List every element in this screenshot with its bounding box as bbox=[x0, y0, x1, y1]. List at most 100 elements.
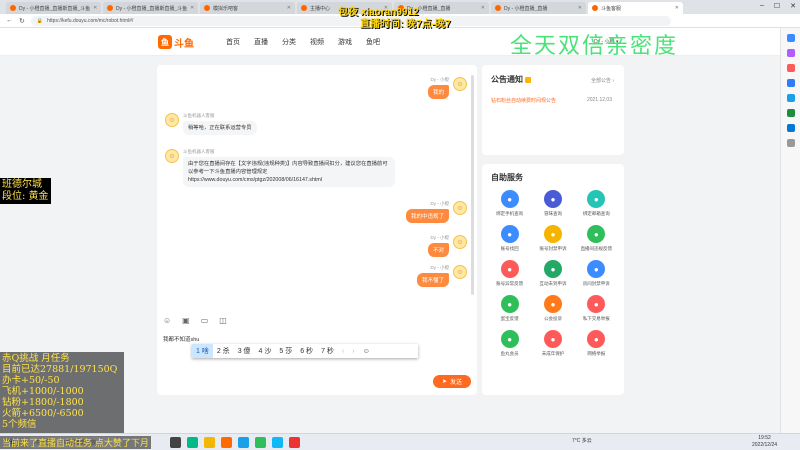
wechat-icon[interactable] bbox=[255, 437, 266, 448]
outlook-icon[interactable] bbox=[786, 124, 795, 132]
browser-tab[interactable]: Dy - 小橙直播_直播斯直播_斗鱼 ✕ bbox=[103, 2, 198, 14]
service-item-label: 未成年保护 bbox=[541, 351, 565, 356]
chevron-left-icon[interactable]: ‹ bbox=[338, 344, 348, 358]
nav-category[interactable]: 分类 bbox=[282, 37, 296, 47]
ime-candidate[interactable]: 7 秒 bbox=[317, 344, 338, 358]
rank-line: 班德尔城 bbox=[2, 179, 42, 190]
close-icon[interactable]: ✕ bbox=[481, 5, 485, 11]
close-window-icon[interactable]: ✕ bbox=[790, 2, 796, 10]
user-icon: ● bbox=[500, 225, 519, 243]
service-item[interactable]: ● 绑定手机查询 bbox=[488, 190, 531, 217]
service-item[interactable]: ● 绑定邮箱查询 bbox=[575, 190, 618, 217]
message-bubble: 由于您在直播间存在【文字违规(违规种类)】内容导致直播间扣分，建议您在直播前可以… bbox=[183, 157, 395, 187]
service-item[interactable]: ● 未成年保护 bbox=[531, 330, 574, 357]
message-bubble: 稍等哈，正在联系运营专员 bbox=[183, 121, 257, 135]
logo-text: 斗鱼 bbox=[174, 38, 194, 50]
notice-item-link[interactable]: 钻石粉丝自动续费时间规公告 bbox=[491, 97, 556, 104]
close-icon[interactable]: ✕ bbox=[190, 5, 194, 11]
message-right: ☺ Dy - 小橙 我的中违规了 bbox=[405, 201, 467, 223]
add-icon[interactable] bbox=[786, 139, 795, 147]
browser-tab[interactable]: 模拟乐吧客 ✕ bbox=[200, 2, 295, 14]
excel-icon[interactable] bbox=[786, 109, 795, 117]
nav-video[interactable]: 视频 bbox=[310, 37, 324, 47]
service-item[interactable]: ● 私下交易举报 bbox=[575, 295, 618, 322]
chat-input[interactable]: 我都不知道shu bbox=[163, 335, 199, 343]
close-icon[interactable]: ✕ bbox=[578, 5, 582, 11]
minimize-icon[interactable]: – bbox=[760, 2, 764, 10]
app-icon[interactable] bbox=[289, 437, 300, 448]
service-item[interactable]: ● 账号找回 bbox=[488, 225, 531, 252]
back-icon[interactable]: ← bbox=[6, 17, 13, 24]
browser-tab[interactable]: Dy - 小橙直播_直播斯直播_斗鱼 ✕ bbox=[6, 2, 101, 14]
stream-overlay-line: 直播时间: 晚7点-晚7 bbox=[360, 19, 451, 30]
heart-icon: ● bbox=[500, 330, 519, 348]
service-item[interactable]: ● 网络举报 bbox=[575, 330, 618, 357]
service-item[interactable]: ● 蛋宝反馈 bbox=[488, 295, 531, 322]
ime-candidate[interactable]: 6 秒 bbox=[296, 344, 317, 358]
service-item[interactable]: ● 直播间违规反馈 bbox=[575, 225, 618, 252]
service-item[interactable]: ● 公会投诉 bbox=[531, 295, 574, 322]
service-item[interactable]: ● 互动未到申诉 bbox=[531, 260, 574, 287]
service-item[interactable]: ● 冒昧查询 bbox=[531, 190, 574, 217]
ime-candidate[interactable]: 5 莎 bbox=[275, 344, 296, 358]
douyu-logo[interactable]: 鱼 斗鱼 bbox=[158, 34, 200, 50]
explorer-icon[interactable] bbox=[204, 437, 215, 448]
tools-icon[interactable] bbox=[786, 64, 795, 72]
message-list: ☺ Dy - 小橙 我的 ☺ 斗鱼机器人客服 稍等哈，正在联系运营专员 ☺ 斗鱼机器… bbox=[157, 65, 477, 305]
maximize-icon[interactable]: ☐ bbox=[774, 2, 780, 10]
folder-icon[interactable]: ▭ bbox=[201, 316, 209, 325]
qq-icon[interactable] bbox=[272, 437, 283, 448]
close-icon[interactable]: ✕ bbox=[93, 5, 97, 11]
bag-icon[interactable]: ◫ bbox=[219, 316, 227, 325]
self-service-title: 自助服务 bbox=[491, 173, 523, 182]
clock[interactable]: 19:52 2022/12/24 bbox=[752, 435, 777, 449]
close-icon[interactable]: ✕ bbox=[675, 5, 679, 11]
service-item-label: 鱼丸会员 bbox=[500, 351, 519, 356]
games-icon[interactable] bbox=[786, 79, 795, 87]
douyu-favicon bbox=[592, 5, 598, 11]
refresh-icon[interactable]: ↻ bbox=[19, 17, 25, 25]
send-button[interactable]: ➤ 发送 bbox=[433, 375, 471, 388]
image-icon[interactable]: ▣ bbox=[182, 316, 190, 325]
sender-name: Dy - 小橙 bbox=[430, 77, 450, 82]
app-icon[interactable] bbox=[238, 437, 249, 448]
close-icon[interactable]: ✕ bbox=[287, 5, 291, 11]
weather-widget[interactable]: 7°C 多云 bbox=[572, 437, 592, 444]
avatar: ☺ bbox=[453, 201, 467, 215]
task-view-icon[interactable] bbox=[170, 437, 181, 448]
douyu-favicon bbox=[10, 5, 16, 11]
tab-label: 斗鱼客服 bbox=[601, 5, 622, 12]
ime-candidate[interactable]: 1 啥 bbox=[192, 344, 213, 358]
service-item[interactable]: ● 鱼丸会员 bbox=[488, 330, 531, 357]
tab-label: Dy - 小橙直播_直播斯直播_斗鱼 bbox=[19, 5, 91, 12]
douyu-app-icon[interactable] bbox=[221, 437, 232, 448]
chevron-right-icon[interactable]: › bbox=[348, 344, 358, 358]
ime-candidate[interactable]: 4 沙 bbox=[255, 344, 276, 358]
nav-yuba[interactable]: 鱼吧 bbox=[366, 37, 380, 47]
ime-candidate[interactable]: 2 杀 bbox=[213, 344, 234, 358]
ticker-overlay: 当前来了直播自动任务 点大赞了下月 bbox=[0, 436, 151, 449]
chat-icon: ● bbox=[543, 260, 562, 278]
nav-live[interactable]: 直播 bbox=[254, 37, 268, 47]
ime-candidate[interactable]: 3 傻 bbox=[234, 344, 255, 358]
avatar: ☺ bbox=[453, 265, 467, 279]
nav-home[interactable]: 首页 bbox=[226, 37, 240, 47]
service-item[interactable]: ● 账号封禁申诉 bbox=[531, 225, 574, 252]
chat-panel: ☺ Dy - 小橙 我的 ☺ 斗鱼机器人客服 稍等哈，正在联系运营专员 ☺ 斗鱼机器… bbox=[157, 65, 477, 395]
stats-line: 办卡+50/-50 bbox=[2, 375, 60, 386]
office-icon[interactable] bbox=[786, 94, 795, 102]
douyu-favicon bbox=[204, 5, 210, 11]
scrollbar[interactable] bbox=[471, 75, 474, 295]
service-item[interactable]: ● 房间封禁申诉 bbox=[575, 260, 618, 287]
service-item[interactable]: ● 账号异常反馈 bbox=[488, 260, 531, 287]
emoji-icon[interactable]: ☺ bbox=[163, 316, 171, 325]
shopping-icon[interactable] bbox=[786, 49, 795, 57]
browser-tab-active[interactable]: 斗鱼客服 ✕ bbox=[588, 2, 683, 14]
ime-emoji-icon[interactable]: ☺ bbox=[359, 344, 374, 358]
nav-game[interactable]: 游戏 bbox=[338, 37, 352, 47]
browser-tab[interactable]: Dy - 小橙直播_直播 ✕ bbox=[491, 2, 586, 14]
sender-name: 斗鱼机器人客服 bbox=[183, 113, 215, 118]
search-icon[interactable] bbox=[786, 34, 795, 42]
edge-icon[interactable] bbox=[187, 437, 198, 448]
all-notices-link[interactable]: 全部公告 › bbox=[591, 77, 614, 84]
